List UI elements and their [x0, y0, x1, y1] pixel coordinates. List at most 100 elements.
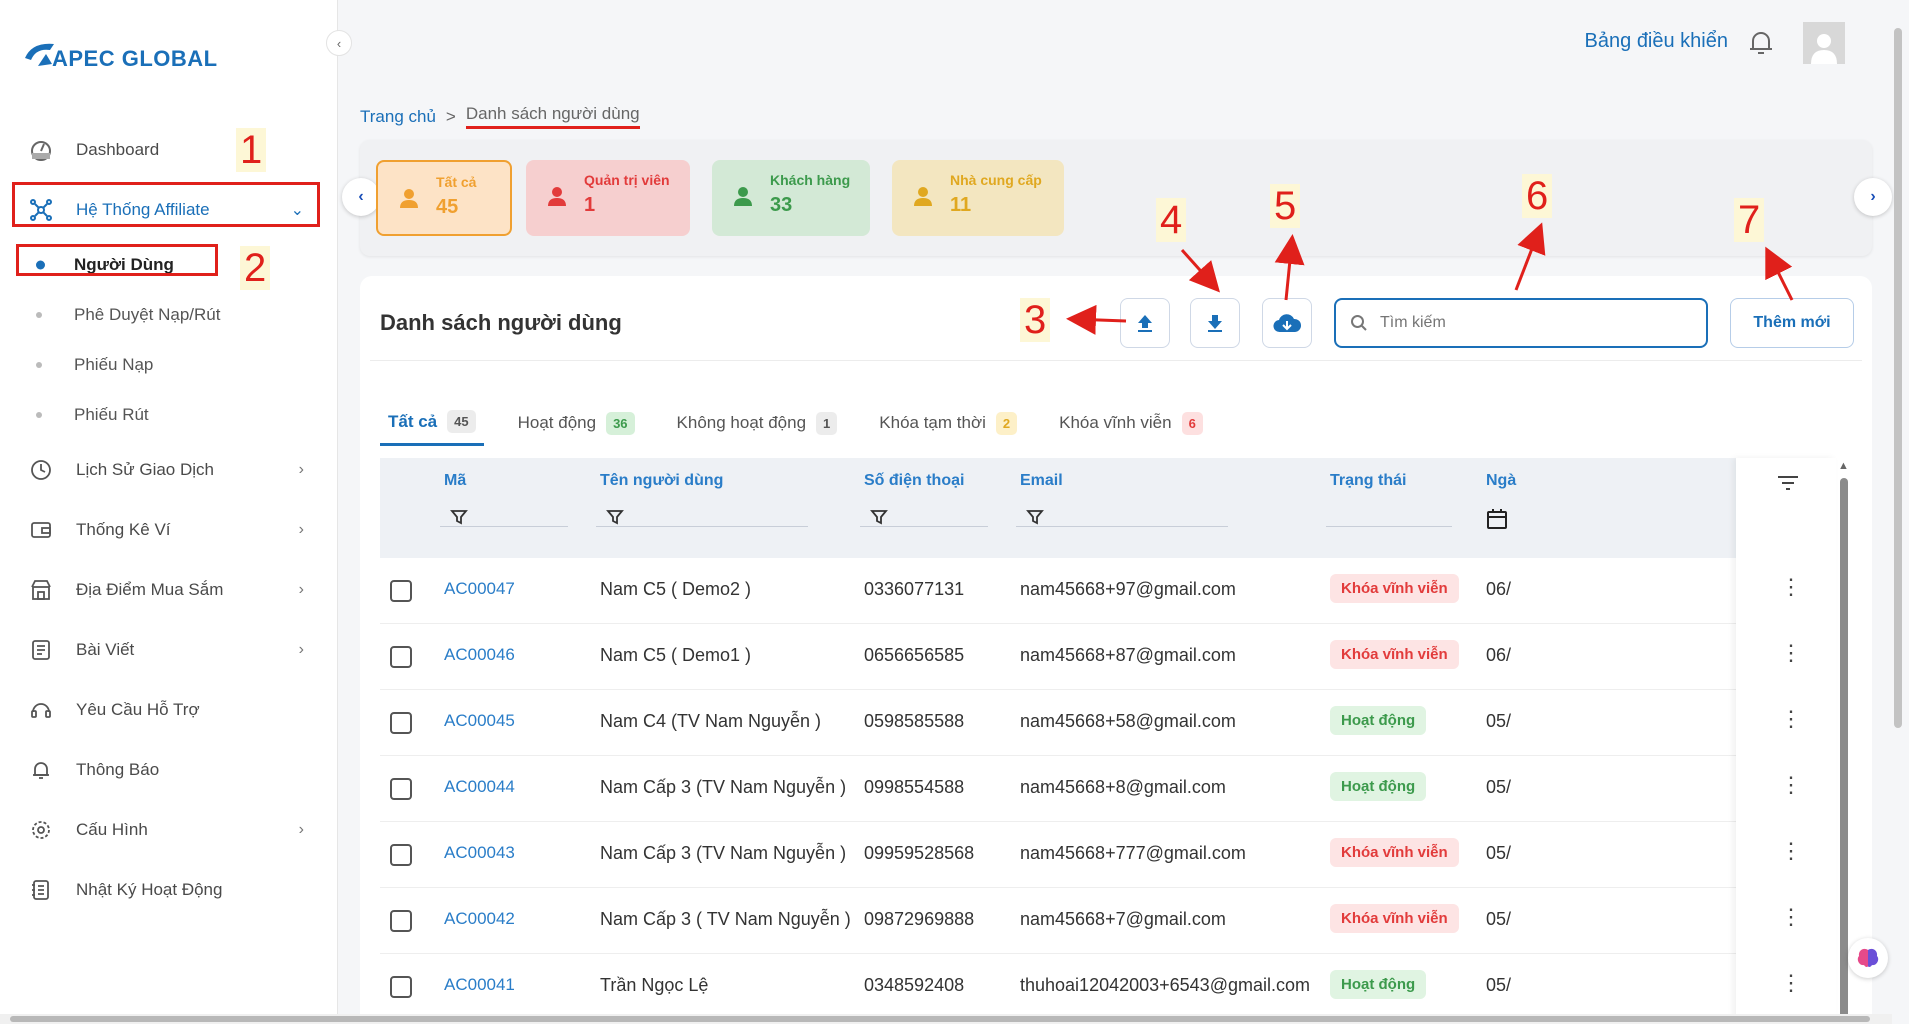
dashboard-link[interactable]: Bảng điều khiển — [1585, 30, 1728, 53]
filter-icon[interactable] — [1026, 508, 1044, 531]
chevron-right-icon: › — [298, 581, 304, 598]
column-header-code[interactable]: Mã — [444, 472, 466, 490]
stat-card-admins[interactable]: Quản trị viên 1 — [526, 160, 690, 236]
column-header-date[interactable]: Ngà — [1486, 472, 1516, 490]
row-menu-icon[interactable]: ⋮ — [1780, 708, 1802, 730]
row-menu-icon[interactable]: ⋮ — [1780, 774, 1802, 796]
tab-perm-locked[interactable]: Khóa vĩnh viễn 6 — [1051, 400, 1211, 446]
row-menu-icon[interactable]: ⋮ — [1780, 840, 1802, 862]
row-checkbox[interactable] — [390, 910, 412, 932]
page-scrollbar[interactable] — [1892, 20, 1904, 1024]
table-row[interactable]: AC00042 Nam Cấp 3 ( TV Nam Nguyễn ) 0987… — [380, 888, 1736, 954]
user-code-link[interactable]: AC00044 — [444, 777, 515, 797]
column-header-status[interactable]: Trạng thái — [1330, 472, 1406, 490]
user-phone: 0336077131 — [864, 579, 965, 599]
bullet-icon — [36, 412, 42, 418]
tab-all[interactable]: Tất cả 45 — [380, 400, 484, 446]
stat-card-suppliers[interactable]: Nhà cung cấp 11 — [892, 160, 1064, 236]
user-code-link[interactable]: AC00041 — [444, 975, 515, 995]
horizontal-scrollbar[interactable] — [0, 1014, 1892, 1024]
assistant-button[interactable] — [1848, 938, 1888, 978]
row-actions-column: ⋮ ⋮ ⋮ ⋮ ⋮ ⋮ ⋮ — [1736, 458, 1836, 1024]
sidebar-subitem-withdraw[interactable]: Phiếu Rút — [0, 390, 338, 440]
stat-card-all[interactable]: Tất cả 45 — [376, 160, 512, 236]
breadcrumb-home-link[interactable]: Trang chủ — [360, 107, 436, 127]
sidebar-subitem-approval[interactable]: Phê Duyệt Nạp/Rút — [0, 290, 338, 340]
user-icon — [914, 186, 932, 211]
row-checkbox[interactable] — [390, 580, 412, 602]
cloud-download-icon — [1273, 314, 1302, 333]
column-header-email[interactable]: Email — [1020, 472, 1063, 490]
logo[interactable]: APEC GLOBAL — [22, 38, 218, 72]
sidebar-item-dashboard[interactable]: Dashboard — [0, 120, 338, 180]
table-scrollbar[interactable]: ▲ — [1838, 458, 1850, 1024]
table-scrollbar-thumb[interactable] — [1840, 478, 1848, 1024]
tab-label: Không hoạt động — [676, 413, 807, 432]
row-checkbox[interactable] — [390, 646, 412, 668]
chevron-right-icon: › — [298, 521, 304, 538]
row-menu-icon[interactable]: ⋮ — [1780, 642, 1802, 664]
download-button[interactable] — [1190, 298, 1240, 348]
column-header-name[interactable]: Tên người dùng — [600, 472, 723, 490]
scroll-up-icon[interactable]: ▲ — [1838, 460, 1849, 472]
stat-value: 45 — [436, 196, 459, 218]
filter-icon[interactable] — [870, 508, 888, 531]
cloud-download-button[interactable] — [1262, 298, 1312, 348]
table-row[interactable]: AC00044 Nam Cấp 3 (TV Nam Nguyễn ) 09985… — [380, 756, 1736, 822]
sidebar-item-support[interactable]: Yêu Cầu Hỗ Trợ — [0, 680, 338, 740]
user-code-link[interactable]: AC00045 — [444, 711, 515, 731]
table-row[interactable]: AC00043 Nam Cấp 3 (TV Nam Nguyễn ) 09959… — [380, 822, 1736, 888]
row-checkbox[interactable] — [390, 976, 412, 998]
user-code-link[interactable]: AC00046 — [444, 645, 515, 665]
column-settings-icon[interactable] — [1776, 474, 1800, 497]
stat-card-customers[interactable]: Khách hàng 33 — [712, 160, 870, 236]
row-menu-icon[interactable]: ⋮ — [1780, 576, 1802, 598]
filter-icon[interactable] — [450, 508, 468, 531]
tab-temp-locked[interactable]: Khóa tạm thời 2 — [871, 400, 1025, 446]
table-row[interactable]: AC00041 Trần Ngọc Lệ 0348592408 thuhoai1… — [380, 954, 1736, 1020]
sidebar-item-label: Địa Điểm Mua Sắm — [76, 580, 224, 599]
row-checkbox[interactable] — [390, 712, 412, 734]
sidebar-item-config[interactable]: Cấu Hình › — [0, 800, 338, 860]
sidebar-item-notifications[interactable]: Thông Báo — [0, 740, 338, 800]
sidebar-item-store[interactable]: Địa Điểm Mua Sắm › — [0, 560, 338, 620]
sidebar-item-articles[interactable]: Bài Viết › — [0, 620, 338, 680]
tab-label: Khóa tạm thời — [879, 413, 986, 432]
tab-active[interactable]: Hoạt động 36 — [510, 400, 643, 446]
search-box[interactable] — [1334, 298, 1708, 348]
table-row[interactable]: AC00045 Nam C4 (TV Nam Nguyễn ) 05985855… — [380, 690, 1736, 756]
user-name: Nam C5 ( Demo2 ) — [600, 579, 752, 599]
filter-icon[interactable] — [606, 508, 624, 531]
row-menu-icon[interactable]: ⋮ — [1780, 972, 1802, 994]
search-input[interactable] — [1378, 313, 1678, 333]
log-icon — [28, 877, 54, 903]
row-menu-icon[interactable]: ⋮ — [1780, 906, 1802, 928]
annotation-number-3: 3 — [1020, 298, 1051, 342]
upload-button[interactable] — [1120, 298, 1170, 348]
stats-prev-button[interactable]: ‹ — [342, 178, 380, 216]
user-code-link[interactable]: AC00047 — [444, 579, 515, 599]
sidebar-item-activity-log[interactable]: Nhật Ký Hoạt Động — [0, 860, 338, 920]
breadcrumb-current: Danh sách người dùng — [465, 104, 640, 129]
filter-underline — [1326, 526, 1452, 527]
sidebar-item-history[interactable]: Lịch Sử Giao Dịch › — [0, 440, 338, 500]
table-row[interactable]: AC00046 Nam C5 ( Demo1 ) 0656656585 nam4… — [380, 624, 1736, 690]
chevron-right-icon: › — [298, 641, 304, 658]
user-code-link[interactable]: AC00042 — [444, 909, 515, 929]
tab-inactive[interactable]: Không hoạt động 1 — [669, 400, 846, 446]
user-code-link[interactable]: AC00043 — [444, 843, 515, 863]
avatar[interactable] — [1803, 22, 1845, 64]
column-header-phone[interactable]: Số điện thoại — [864, 472, 964, 490]
notification-bell-icon[interactable] — [1747, 28, 1775, 63]
calendar-icon[interactable] — [1486, 508, 1508, 535]
stats-next-button[interactable]: › — [1854, 178, 1892, 216]
sidebar-subitem-deposit[interactable]: Phiếu Nạp — [0, 340, 338, 390]
sidebar-subitem-label: Phiếu Rút — [74, 405, 149, 424]
add-new-button[interactable]: Thêm mới — [1730, 298, 1854, 348]
row-checkbox[interactable] — [390, 844, 412, 866]
row-checkbox[interactable] — [390, 778, 412, 800]
page-scrollbar-thumb[interactable] — [1894, 28, 1902, 728]
sidebar-item-wallet[interactable]: Thống Kê Ví › — [0, 500, 338, 560]
horizontal-scrollbar-thumb[interactable] — [10, 1016, 1870, 1022]
table-row[interactable]: AC00047 Nam C5 ( Demo2 ) 0336077131 nam4… — [380, 558, 1736, 624]
